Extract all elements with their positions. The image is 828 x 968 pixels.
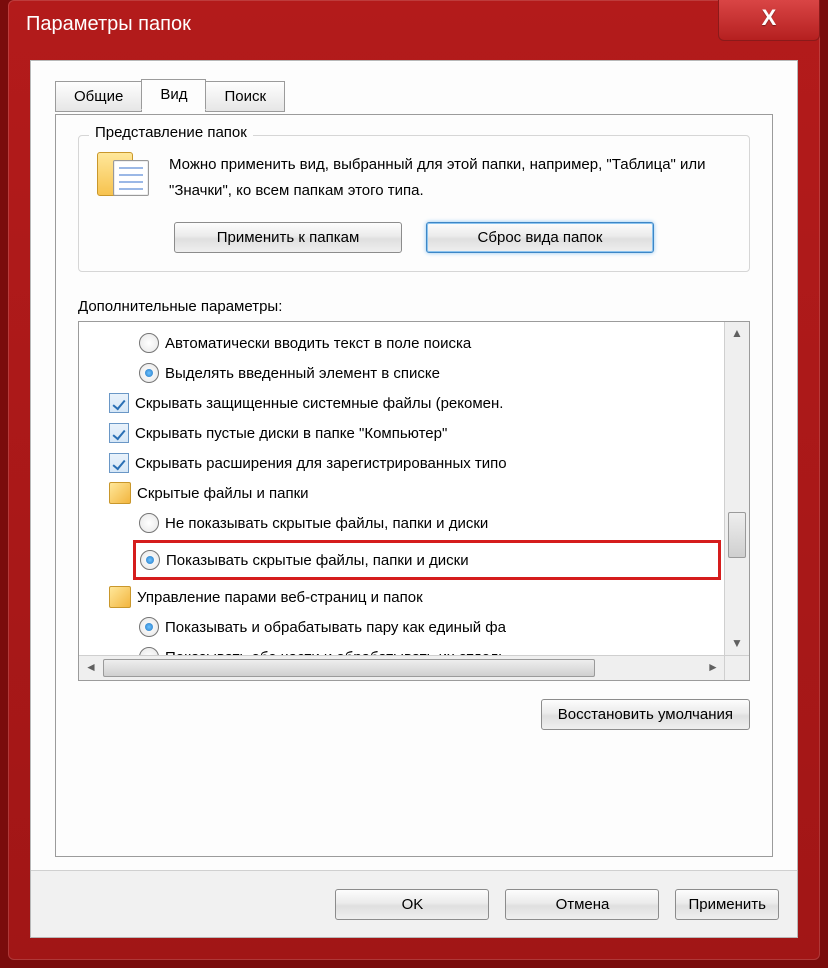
tab-search[interactable]: Поиск	[205, 81, 285, 112]
folder-options-icon	[97, 152, 155, 204]
dialog-window: X Параметры папок Общие Вид Поиск Предст…	[8, 0, 820, 960]
advanced-item-10[interactable]: Показывать обе части и обрабатывать их о…	[109, 642, 721, 656]
advanced-item-label: Автоматически вводить текст в поле поиск…	[165, 335, 471, 352]
advanced-item-label: Не показывать скрытые файлы, папки и дис…	[165, 515, 488, 532]
reset-folder-views-button[interactable]: Сброс вида папок	[426, 222, 654, 253]
advanced-item-label: Скрытые файлы и папки	[137, 485, 309, 502]
advanced-settings-label: Дополнительные параметры:	[78, 298, 750, 315]
checkbox-icon[interactable]	[109, 423, 129, 443]
advanced-item-5: Скрытые файлы и папки	[109, 478, 721, 508]
radio-icon[interactable]	[139, 513, 159, 533]
ok-button[interactable]: OK	[335, 889, 489, 920]
scroll-down-icon[interactable]: ▼	[725, 632, 749, 656]
advanced-item-7[interactable]: Показывать скрытые файлы, папки и диски	[133, 540, 721, 580]
tab-general[interactable]: Общие	[55, 81, 142, 112]
advanced-item-label: Показывать скрытые файлы, папки и диски	[166, 552, 469, 569]
scrollbar-corner	[724, 655, 749, 680]
checkbox-icon[interactable]	[109, 393, 129, 413]
group-description: Можно применить вид, выбранный для этой …	[169, 152, 731, 204]
tab-strip: Общие Вид Поиск	[55, 79, 284, 110]
apply-to-folders-button[interactable]: Применить к папкам	[174, 222, 402, 253]
dialog-footer: OK Отмена Применить	[31, 870, 797, 937]
restore-defaults-button[interactable]: Восстановить умолчания	[541, 699, 750, 730]
radio-icon[interactable]	[140, 550, 160, 570]
advanced-item-label: Управление парами веб-страниц и папок	[137, 589, 423, 606]
tab-panel-view: Представление папок Можно применить вид,…	[55, 114, 773, 857]
horizontal-scroll-thumb[interactable]	[103, 659, 595, 677]
vertical-scroll-thumb[interactable]	[728, 512, 746, 558]
folder-icon	[109, 586, 131, 608]
advanced-item-label: Показывать и обрабатывать пару как едины…	[165, 619, 506, 636]
tab-view[interactable]: Вид	[141, 79, 206, 110]
vertical-scrollbar[interactable]: ▲ ▼	[724, 322, 749, 656]
horizontal-scrollbar[interactable]: ◄ ►	[79, 655, 725, 680]
advanced-item-9[interactable]: Показывать и обрабатывать пару как едины…	[109, 612, 721, 642]
apply-button[interactable]: Применить	[675, 889, 779, 920]
folder-icon	[109, 482, 131, 504]
checkbox-icon[interactable]	[109, 453, 129, 473]
scroll-up-icon[interactable]: ▲	[725, 322, 749, 346]
radio-icon[interactable]	[139, 333, 159, 353]
radio-icon[interactable]	[139, 363, 159, 383]
advanced-settings-box: Автоматически вводить текст в поле поиск…	[78, 321, 750, 681]
advanced-item-6[interactable]: Не показывать скрытые файлы, папки и дис…	[109, 508, 721, 538]
cancel-button[interactable]: Отмена	[505, 889, 659, 920]
folder-views-group: Представление папок Можно применить вид,…	[78, 135, 750, 272]
window-title: Параметры папок	[8, 0, 820, 48]
advanced-settings-list: Автоматически вводить текст в поле поиск…	[79, 322, 725, 656]
advanced-item-0[interactable]: Автоматически вводить текст в поле поиск…	[109, 328, 721, 358]
close-icon: X	[762, 5, 777, 30]
close-button[interactable]: X	[718, 0, 820, 41]
advanced-item-4[interactable]: Скрывать расширения для зарегистрированн…	[109, 448, 721, 478]
advanced-item-label: Выделять введенный элемент в списке	[165, 365, 440, 382]
advanced-item-1[interactable]: Выделять введенный элемент в списке	[109, 358, 721, 388]
advanced-item-3[interactable]: Скрывать пустые диски в папке "Компьютер…	[109, 418, 721, 448]
advanced-item-8: Управление парами веб-страниц и папок	[109, 582, 721, 612]
scroll-left-icon[interactable]: ◄	[79, 656, 103, 680]
advanced-item-label: Скрывать защищенные системные файлы (рек…	[135, 395, 503, 412]
advanced-item-2[interactable]: Скрывать защищенные системные файлы (рек…	[109, 388, 721, 418]
advanced-item-label: Скрывать пустые диски в папке "Компьютер…	[135, 425, 447, 442]
scroll-right-icon[interactable]: ►	[701, 656, 725, 680]
radio-icon[interactable]	[139, 617, 159, 637]
client-area: Общие Вид Поиск Представление папок Можн…	[30, 60, 798, 938]
advanced-item-label: Скрывать расширения для зарегистрированн…	[135, 455, 507, 472]
group-legend: Представление папок	[89, 124, 253, 141]
